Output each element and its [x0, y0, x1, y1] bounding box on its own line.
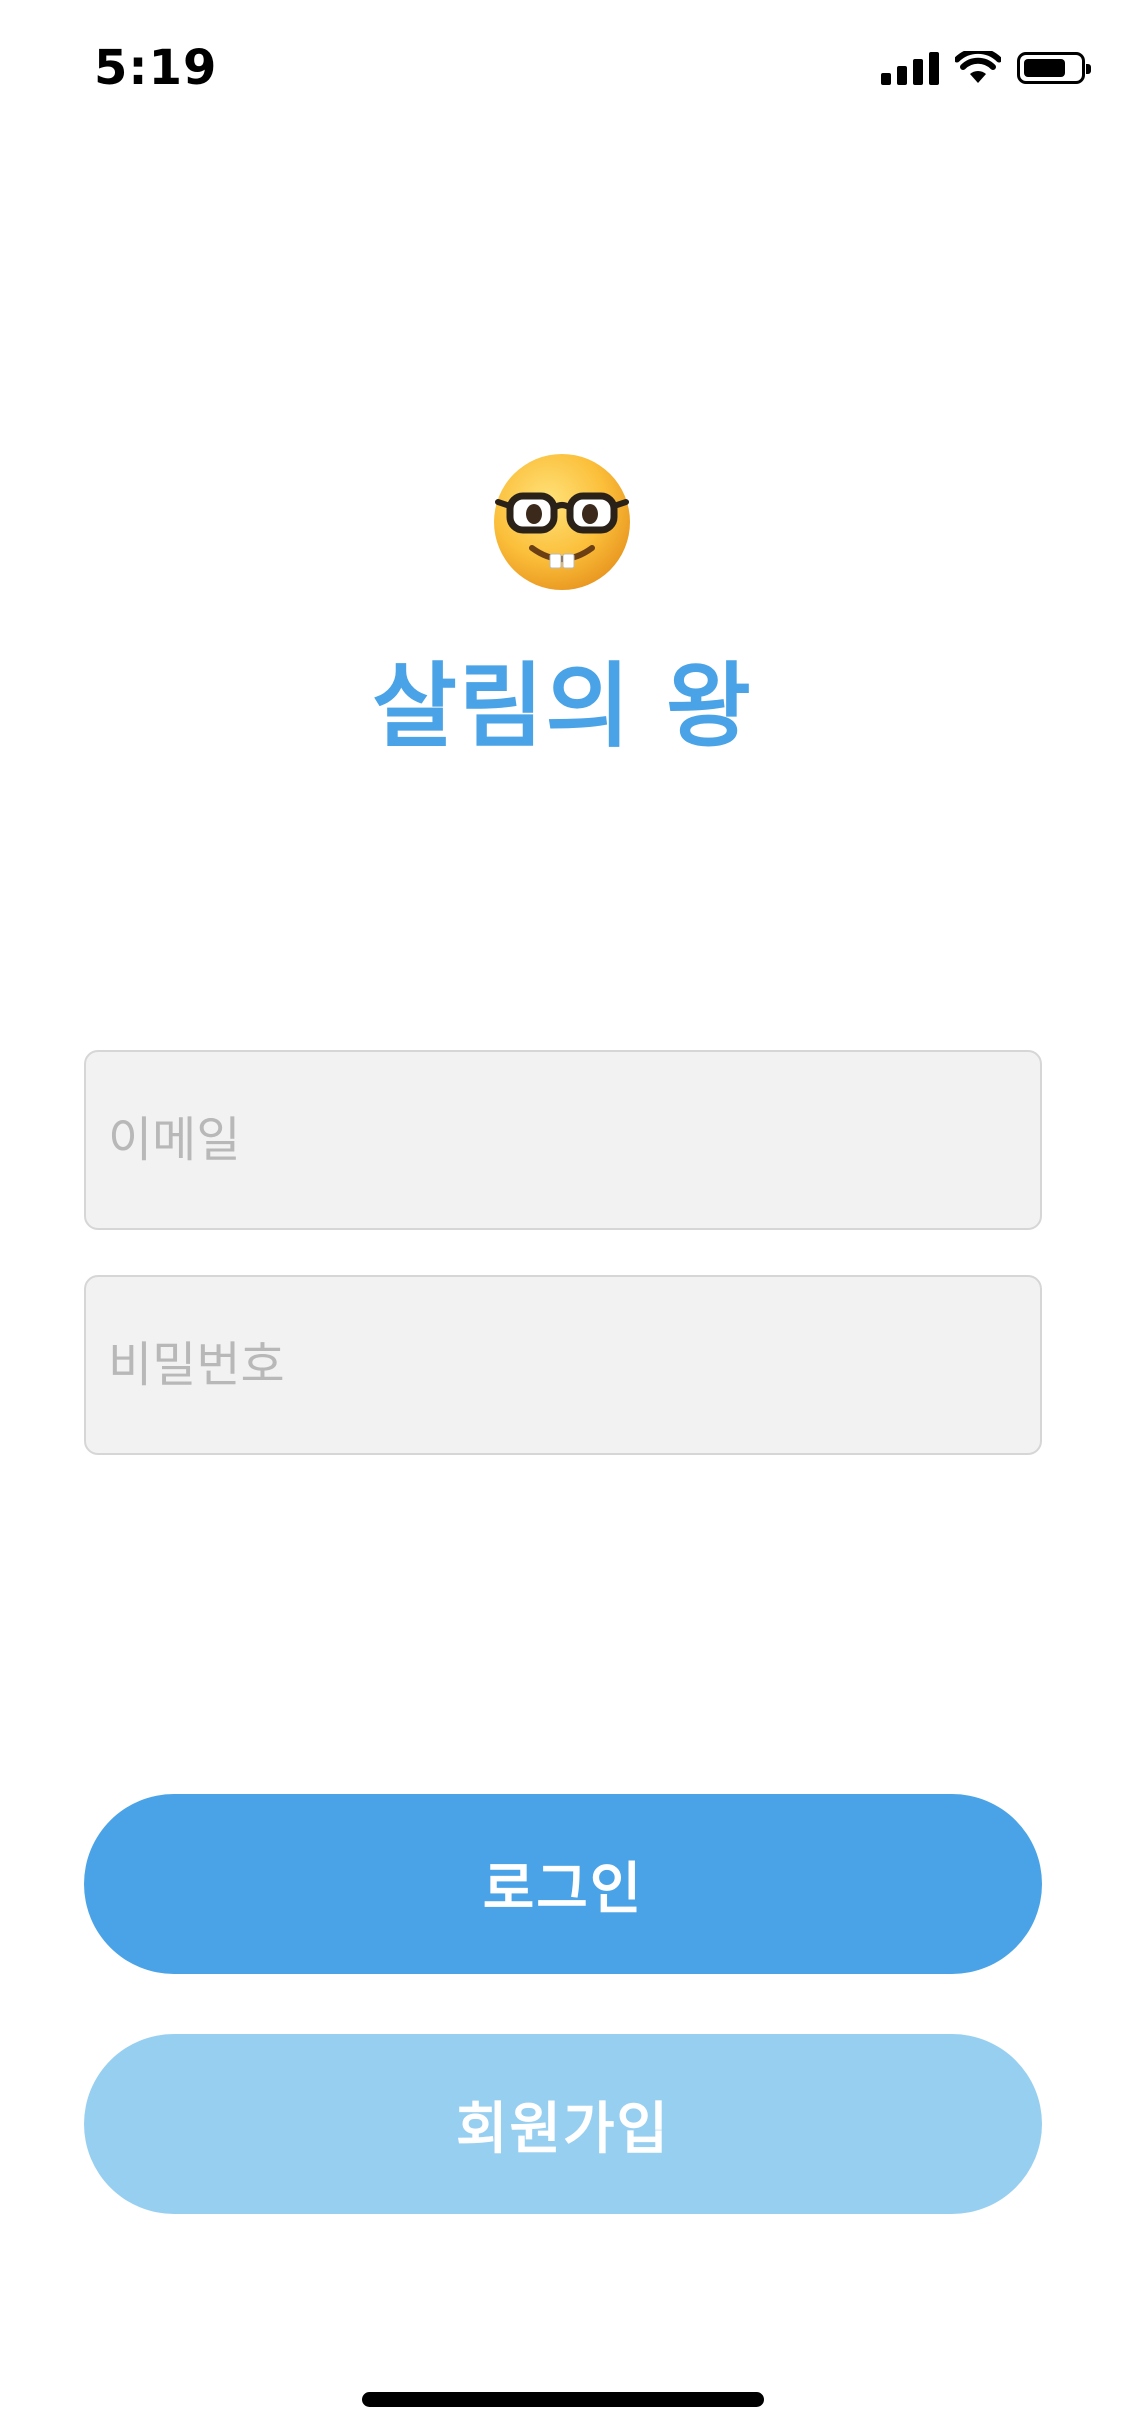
email-input[interactable] [84, 1050, 1042, 1230]
battery-tip [1086, 64, 1091, 74]
signup-button[interactable]: 회원가입 [84, 2034, 1042, 2214]
login-screen: 5:19 살림의 왕 이메일 로그인 회원가입 [0, 0, 1125, 2436]
status-time: 5:19 [94, 40, 218, 96]
cellular-signal-icon [881, 51, 939, 85]
status-icons [881, 48, 1091, 88]
battery-icon [1017, 52, 1091, 84]
battery-level [1024, 59, 1065, 77]
password-input[interactable] [84, 1275, 1042, 1455]
login-button[interactable]: 로그인 [84, 1794, 1042, 1974]
home-indicator[interactable] [362, 2392, 764, 2407]
wifi-icon [955, 51, 1001, 83]
nerd-face-emoji-icon [494, 454, 630, 590]
app-title: 살림의 왕 [372, 653, 753, 760]
